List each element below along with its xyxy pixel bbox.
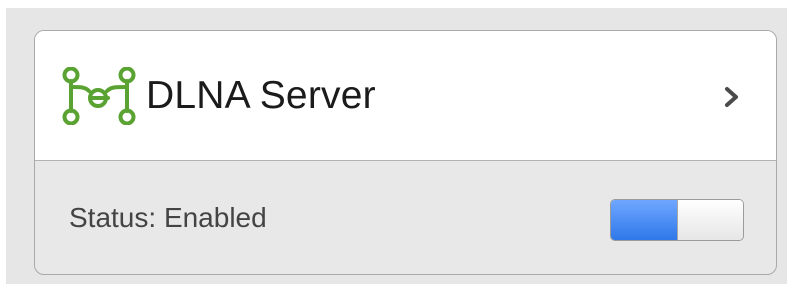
toggle-on-fill [611,200,677,240]
dlna-network-icon [62,67,136,125]
toggle-knob [677,200,743,240]
status-row: Status: Enabled [35,161,776,274]
chevron-right-icon [725,87,738,107]
enable-toggle[interactable] [610,199,744,241]
dlna-server-card: DLNA Server Status: Enabled [34,30,777,275]
service-title: DLNA Server [146,74,376,117]
status-label: Status: Enabled [69,202,267,233]
dlna-server-row[interactable]: DLNA Server [35,31,776,161]
